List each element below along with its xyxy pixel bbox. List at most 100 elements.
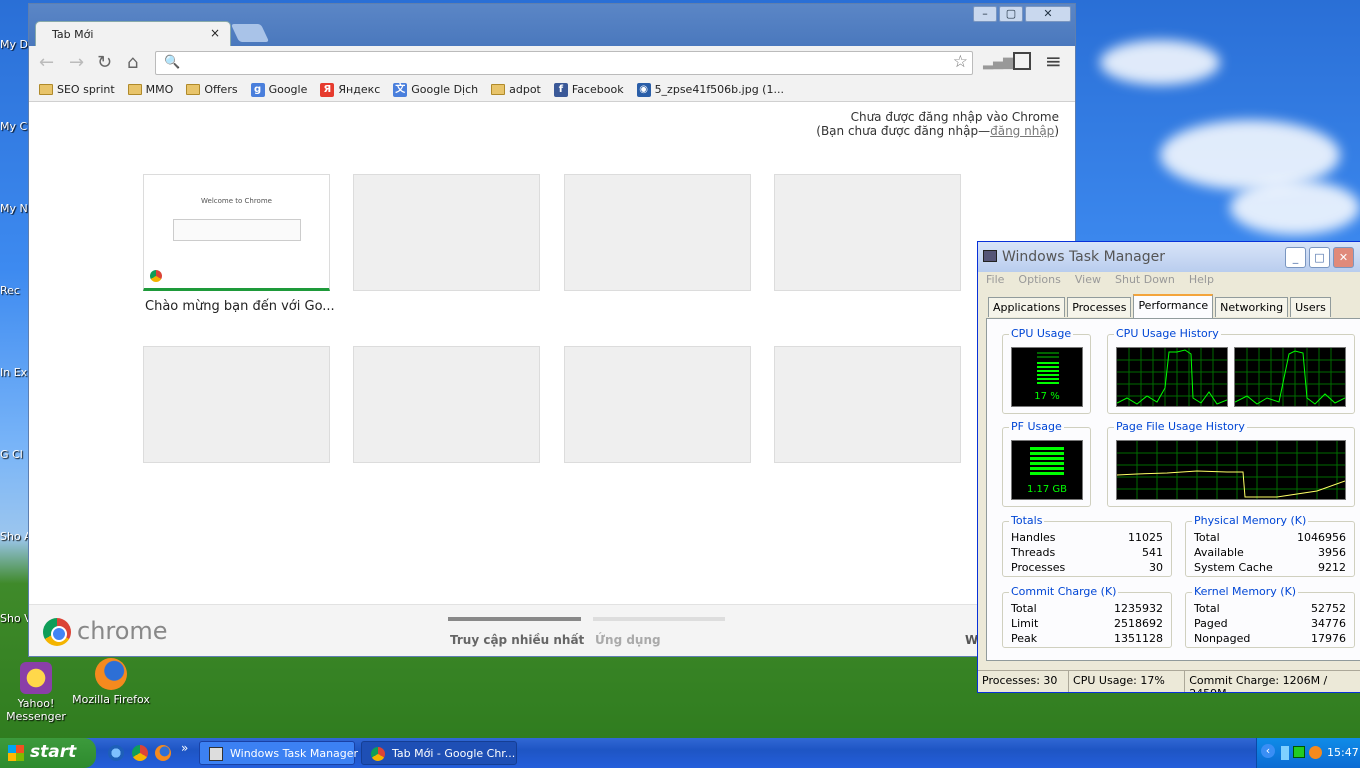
most-visited-thumb[interactable] bbox=[143, 346, 330, 463]
tab-close-icon[interactable]: × bbox=[210, 26, 220, 40]
stat-row: Available 3956 bbox=[1194, 545, 1346, 560]
stat-value: 1046956 bbox=[1297, 531, 1346, 544]
tray-app-icon[interactable] bbox=[1309, 746, 1322, 759]
bookmark-translate[interactable]: 文 Google Dịch bbox=[393, 78, 478, 101]
menu-options[interactable]: Options bbox=[1018, 273, 1060, 286]
tray-app-icon[interactable] bbox=[1293, 746, 1305, 758]
desktop-icon-clipped[interactable]: G Cl bbox=[0, 448, 30, 461]
most-visited-thumb[interactable] bbox=[353, 346, 540, 463]
bookmark-photobucket[interactable]: ◉ 5_zpse41f506b.jpg (1... bbox=[636, 78, 784, 101]
tray-app-icon[interactable] bbox=[1281, 746, 1289, 760]
stat-value: 9212 bbox=[1318, 561, 1346, 574]
tab-applications[interactable]: Applications bbox=[988, 297, 1066, 317]
ntp-footer: chrome Truy cập nhiều nhất Ứng dụng W bbox=[29, 604, 1075, 656]
task-manager-icon bbox=[209, 747, 223, 761]
bookmark-folder[interactable]: Offers bbox=[186, 78, 238, 101]
stat-row: Total 1235932 bbox=[1011, 601, 1163, 616]
menu-shut-down[interactable]: Shut Down bbox=[1115, 273, 1175, 286]
new-tab-button[interactable] bbox=[230, 24, 270, 42]
tab-apps[interactable]: Ứng dụng bbox=[595, 633, 661, 647]
menu-icon[interactable]: ≡ bbox=[1045, 49, 1062, 73]
bookmark-google[interactable]: g Google bbox=[250, 78, 307, 101]
window-title: Windows Task Manager bbox=[1002, 249, 1165, 265]
firefox-icon bbox=[95, 658, 127, 690]
menu-file[interactable]: File bbox=[986, 273, 1004, 286]
apps-indicator bbox=[593, 617, 725, 621]
start-button[interactable]: start bbox=[0, 738, 96, 768]
clock[interactable]: 15:47 bbox=[1327, 746, 1359, 759]
minimize-button[interactable]: _ bbox=[1285, 247, 1306, 268]
maximize-button[interactable]: ▢ bbox=[999, 6, 1023, 22]
desktop-icon-clipped[interactable]: In Ex bbox=[0, 366, 30, 379]
kernel-memory-group: Kernel Memory (K) Total 52752 Paged 34776 No… bbox=[1185, 585, 1355, 648]
most-visited-indicator bbox=[448, 617, 581, 621]
most-visited-thumb[interactable] bbox=[774, 174, 961, 291]
desktop-icon-yahoo-messenger[interactable]: Yahoo! Messenger bbox=[0, 662, 76, 723]
desktop-icon-clipped[interactable]: Rec bbox=[0, 284, 30, 297]
bookmark-folder[interactable]: adpot bbox=[491, 78, 541, 101]
pf-history-plot bbox=[1116, 441, 1346, 499]
totals-group: Totals Handles 11025 Threads 541 Processes 30 bbox=[1002, 514, 1172, 577]
forward-icon[interactable]: → bbox=[69, 52, 84, 73]
status-bar: Processes: 30 CPU Usage: 17% Commit Char… bbox=[978, 670, 1360, 692]
stat-label: Processes bbox=[1011, 561, 1066, 574]
close-button[interactable]: ✕ bbox=[1333, 247, 1354, 268]
home-icon[interactable]: ⌂ bbox=[127, 52, 138, 73]
maximize-button[interactable]: □ bbox=[1309, 247, 1330, 268]
most-visited-thumb[interactable]: Welcome to Chrome bbox=[143, 174, 330, 291]
menu-view[interactable]: View bbox=[1075, 273, 1101, 286]
tab-most-visited[interactable]: Truy cập nhiều nhất bbox=[450, 633, 584, 647]
extension-icon[interactable] bbox=[1013, 52, 1031, 70]
bookmark-label: Яндекс bbox=[338, 83, 381, 96]
bookmark-label: Facebook bbox=[571, 83, 624, 96]
tab-users[interactable]: Users bbox=[1290, 297, 1331, 317]
tab-new-tab[interactable]: Tab Mới × bbox=[35, 21, 231, 47]
bookmark-star-icon[interactable]: ☆ bbox=[953, 52, 968, 72]
chrome-logo-icon bbox=[43, 618, 71, 646]
taskbar-button-task-manager[interactable]: Windows Task Manager bbox=[199, 741, 358, 765]
desktop-icon-firefox[interactable]: Mozilla Firefox bbox=[71, 658, 151, 706]
desktop-icon-clipped[interactable]: My D bbox=[0, 38, 30, 51]
cpu-history-plot bbox=[1116, 348, 1228, 406]
taskbar-button-chrome[interactable]: Tab Mới - Google Chr... bbox=[361, 741, 517, 765]
signin-link[interactable]: đăng nhập bbox=[990, 124, 1054, 138]
ie-icon[interactable] bbox=[108, 745, 124, 761]
tray-expand-icon[interactable]: ‹ bbox=[1261, 744, 1275, 758]
menu-help[interactable]: Help bbox=[1189, 273, 1214, 286]
bookmark-folder[interactable]: SEO sprint bbox=[39, 78, 115, 101]
bookmark-folder[interactable]: MMO bbox=[127, 78, 173, 101]
desktop-icon-clipped[interactable]: My N P bbox=[0, 202, 30, 215]
system-tray: ‹ 15:47 bbox=[1256, 738, 1360, 768]
status-processes: Processes: 30 bbox=[978, 671, 1070, 692]
translate-icon: 文 bbox=[393, 82, 408, 97]
close-button[interactable]: ✕ bbox=[1025, 6, 1071, 22]
tab-processes[interactable]: Processes bbox=[1067, 297, 1132, 317]
desktop-icon-clipped[interactable]: My C bbox=[0, 120, 30, 133]
firefox-icon[interactable] bbox=[155, 745, 171, 761]
taskbar-button-label: Tab Mới - Google Chr... bbox=[392, 747, 516, 760]
thumb-title[interactable]: Chào mừng bạn đến với Go... bbox=[145, 299, 335, 314]
tab-performance[interactable]: Performance bbox=[1133, 294, 1214, 318]
signin-status: Chưa được đăng nhập vào Chrome (Bạn chưa… bbox=[816, 110, 1059, 138]
chrome-icon[interactable] bbox=[132, 745, 148, 761]
most-visited-thumb[interactable] bbox=[774, 346, 961, 463]
minimize-button[interactable]: – bbox=[973, 6, 997, 22]
bookmark-label: Google Dịch bbox=[411, 83, 479, 96]
desktop-icon-clipped[interactable]: Sho Al bbox=[0, 530, 30, 543]
tab-networking[interactable]: Networking bbox=[1215, 297, 1289, 317]
quicklaunch-more-icon[interactable]: » bbox=[181, 741, 188, 755]
bookmark-yandex[interactable]: Я Яндекс bbox=[320, 78, 380, 101]
cloud bbox=[1230, 180, 1360, 235]
facebook-icon: f bbox=[553, 82, 568, 97]
most-visited-thumb[interactable] bbox=[564, 174, 751, 291]
stat-label: Total bbox=[1194, 531, 1220, 544]
reload-icon[interactable]: ↻ bbox=[97, 52, 112, 73]
cpu-history-label: CPU Usage History bbox=[1114, 327, 1221, 340]
back-icon[interactable]: ← bbox=[39, 52, 54, 73]
most-visited-thumb[interactable] bbox=[564, 346, 751, 463]
desktop-icon-clipped[interactable]: Sho VNAu bbox=[0, 612, 30, 625]
bookmark-facebook[interactable]: f Facebook bbox=[553, 78, 624, 101]
omnibox[interactable]: 🔍 ☆ bbox=[155, 51, 973, 75]
signal-icon[interactable]: ▂▄▆ bbox=[983, 55, 1013, 70]
most-visited-thumb[interactable] bbox=[353, 174, 540, 291]
